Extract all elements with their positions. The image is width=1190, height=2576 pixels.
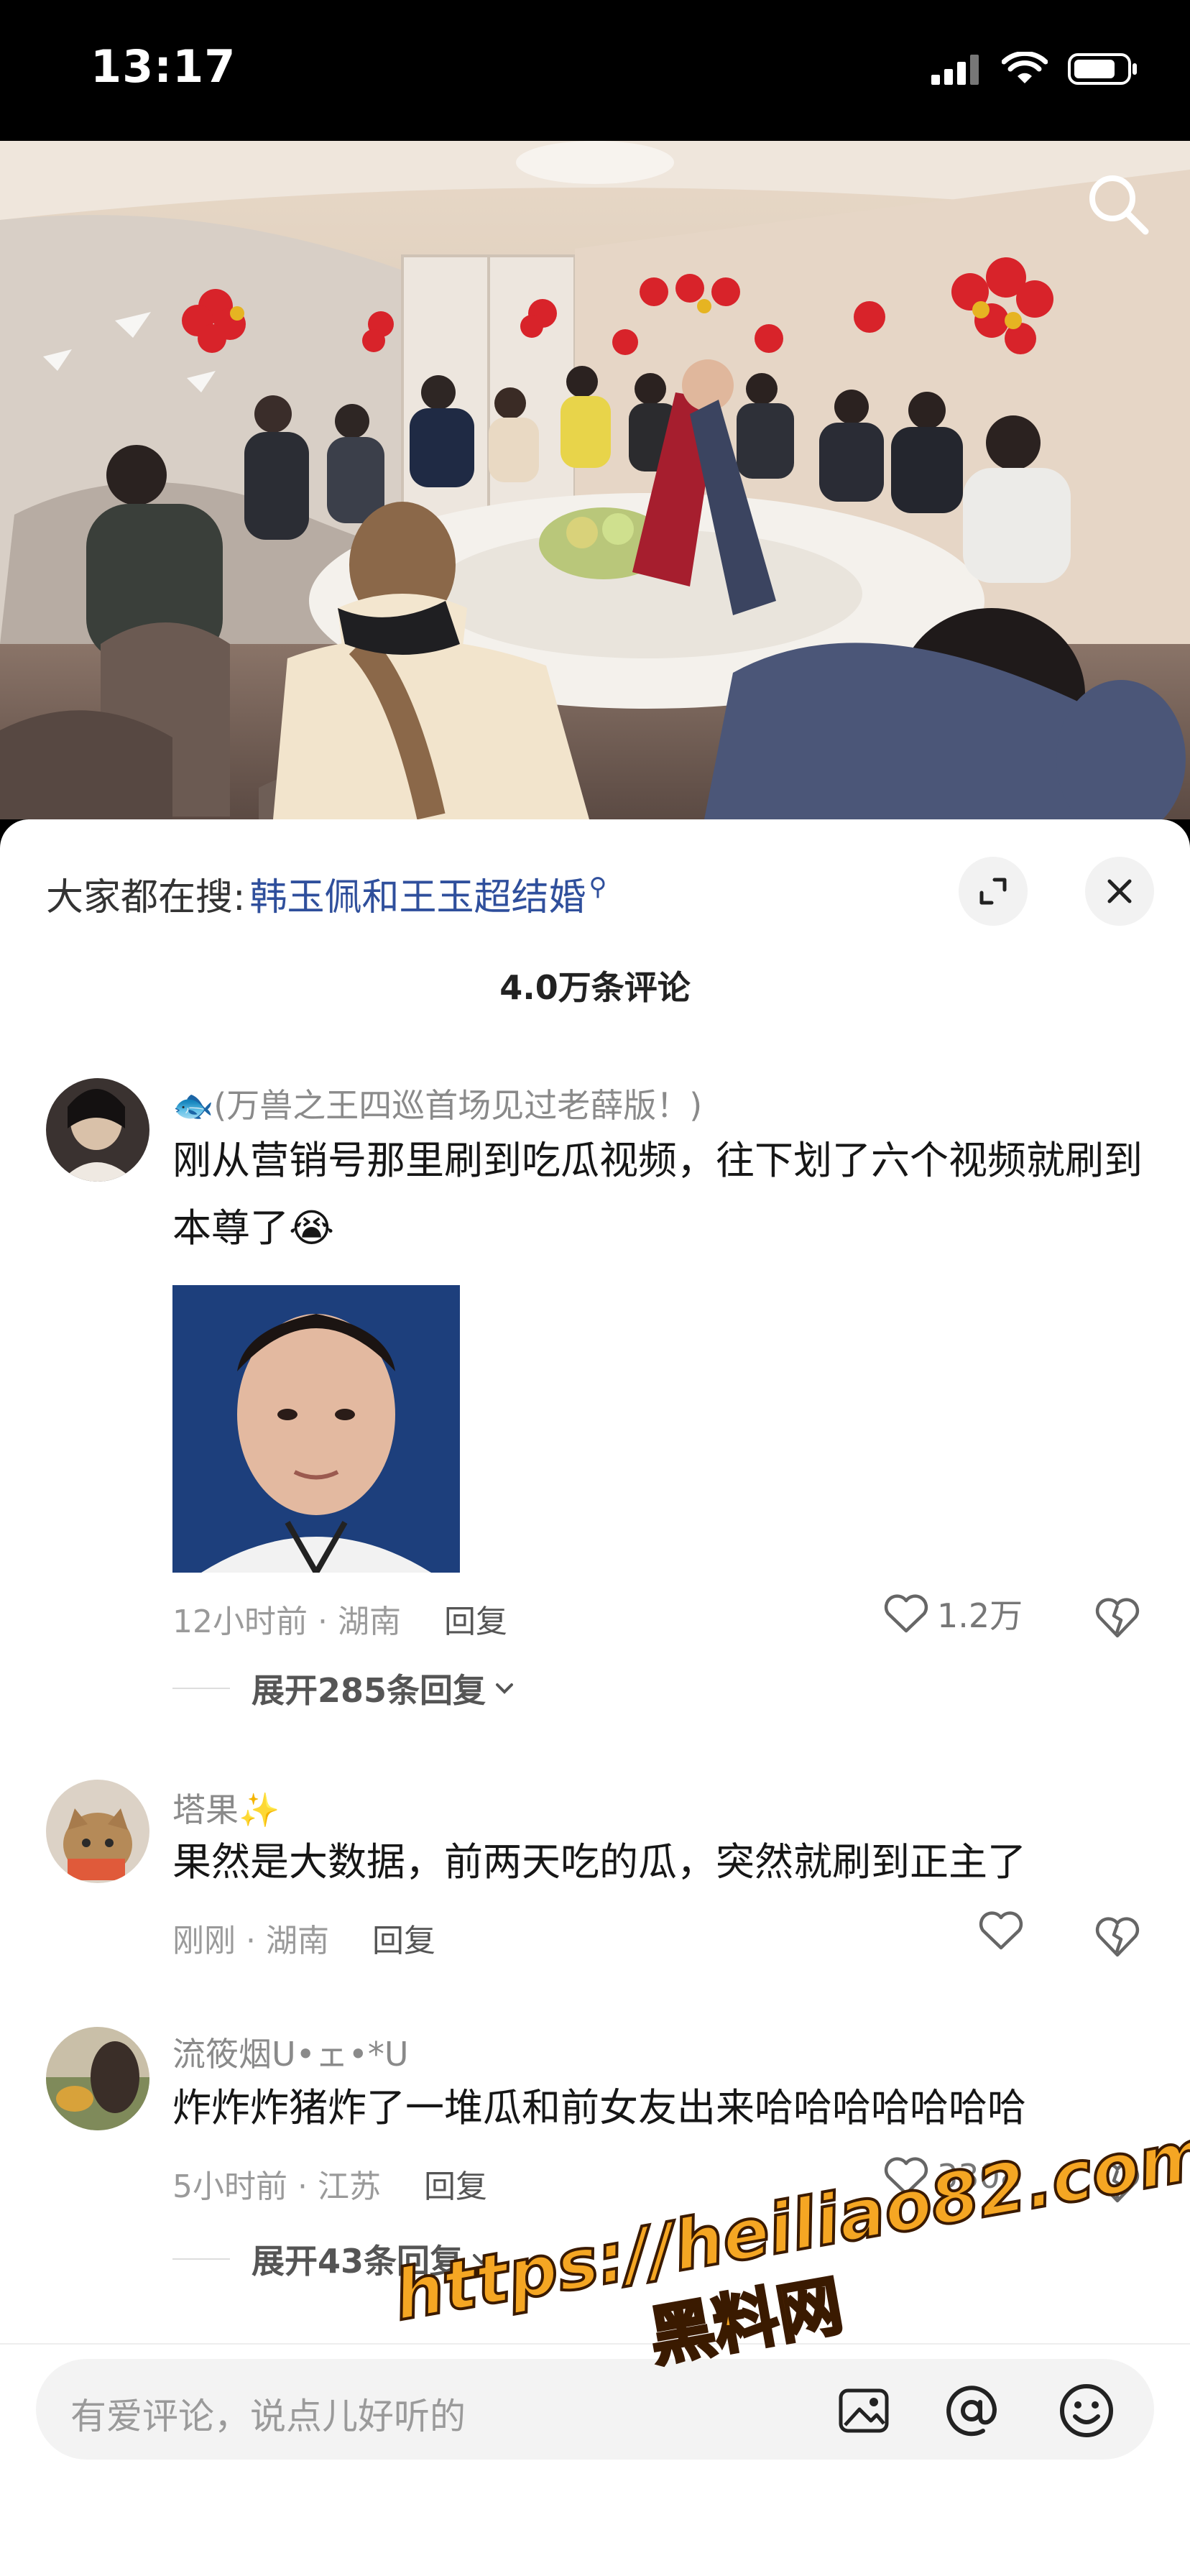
broken-heart-icon[interactable] (1092, 1591, 1143, 1642)
divider-line (172, 1688, 230, 1689)
search-small-icon: ⚲ (589, 872, 607, 901)
avatar[interactable] (46, 1780, 149, 1883)
hot-search-prefix: 大家都在搜: (46, 876, 246, 919)
comment-text: 果然是大数据，前两天吃的瓜，突然就刷到正主了 (172, 1839, 1026, 1885)
at-icon[interactable] (941, 2380, 1002, 2441)
image-icon[interactable] (834, 2380, 894, 2441)
status-icons (931, 52, 1140, 86)
like-button[interactable] (977, 1909, 1032, 1952)
comment-username[interactable]: 🐟(万兽之王四巡首场见过老薛版！) (172, 1080, 702, 1127)
expand-button[interactable] (959, 857, 1028, 926)
wifi-icon (1002, 52, 1048, 83)
reply-button[interactable]: 回复 (424, 2168, 487, 2205)
heart-icon (884, 1594, 928, 1633)
emoji-icon[interactable] (1056, 2380, 1117, 2441)
status-bar: 13:17 (0, 0, 1190, 141)
divider-line (172, 2258, 230, 2260)
comment-time-location: 12小时前 · 湖南 (172, 1604, 401, 1640)
video-scene (0, 141, 1190, 819)
heart-icon (979, 1911, 1023, 1950)
expand-replies-button[interactable]: 展开285条回复 (172, 1665, 519, 1712)
status-time: 13:17 (91, 40, 236, 93)
comment-input-placeholder: 有爱评论，说点儿好听的 (70, 2396, 466, 2437)
comment-meta: 5小时前 · 江苏 回复 (172, 2161, 487, 2207)
broken-heart-icon[interactable] (1092, 1910, 1143, 1961)
search-icon[interactable] (1084, 170, 1153, 239)
comment-image[interactable] (172, 1285, 460, 1573)
avatar[interactable] (46, 2027, 149, 2130)
hot-search-query[interactable]: 韩玉佩和王玉超结婚 (250, 867, 586, 921)
chevron-down-icon (496, 1683, 514, 1694)
hot-search-bar[interactable]: 大家都在搜: 韩玉佩和王玉超结婚 ⚲ (46, 867, 606, 921)
comment-time-location: 刚刚 · 湖南 (172, 1923, 329, 1959)
battery-icon (1068, 53, 1137, 85)
avatar[interactable] (46, 1078, 149, 1182)
reply-button[interactable]: 回复 (372, 1923, 435, 1959)
comment-count: 4.0万条评论 (499, 968, 691, 1007)
expand-replies-label: 展开285条回复 (252, 1671, 486, 1710)
like-count: 1.2万 (937, 1596, 1023, 1635)
video-frame[interactable] (0, 141, 1190, 819)
comment-text: 炸炸炸猪炸了一堆瓜和前女友出来哈哈哈哈哈哈哈 (172, 2085, 1026, 2130)
comment-item: 🐟(万兽之王四巡首场见过老薛版！) 刚从营销号那里刷到吃瓜视频，往下划了六个视频… (0, 1078, 1190, 1826)
signal-icon (931, 55, 979, 85)
like-button[interactable]: 1.2万 (882, 1590, 1023, 1637)
reply-button[interactable]: 回复 (444, 1604, 507, 1640)
comment-meta: 刚刚 · 湖南 回复 (172, 1915, 435, 1961)
comment-item: 塔果✨ 果然是大数据，前两天吃的瓜，突然就刷到正主了 刚刚 · 湖南 回复 (0, 1780, 1190, 1995)
comment-time-location: 5小时前 · 江苏 (172, 2168, 381, 2205)
comment-text: 刚从营销号那里刷到吃瓜视频，往下划了六个视频就刷到本尊了😭 (172, 1138, 1143, 1251)
comment-username[interactable]: 塔果✨ (172, 1784, 280, 1831)
comment-username[interactable]: 流筱烟U•ェ•*U (172, 2028, 409, 2076)
close-icon (1107, 879, 1132, 903)
expand-icon (979, 878, 1007, 905)
close-button[interactable] (1085, 857, 1154, 926)
comment-meta: 12小时前 · 湖南 回复 (172, 1596, 507, 1642)
